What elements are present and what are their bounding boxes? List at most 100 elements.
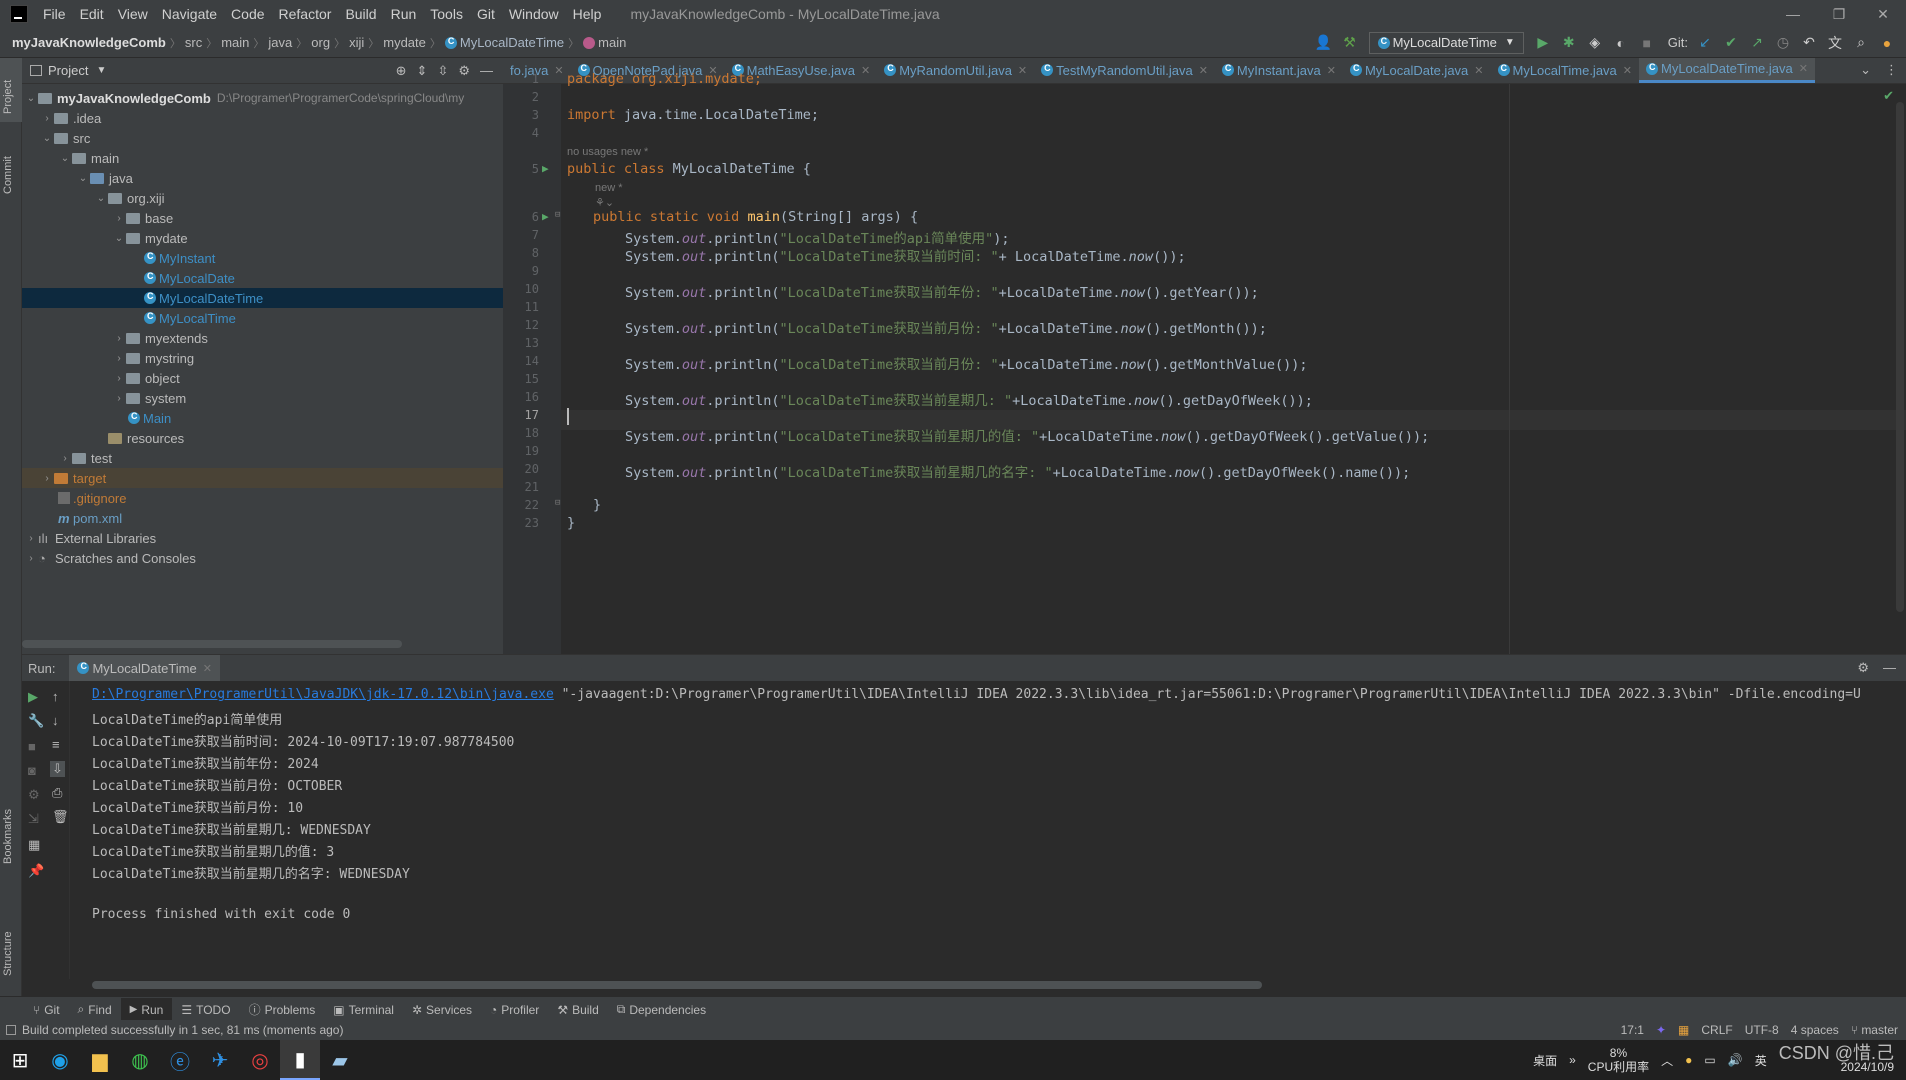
stop-icon[interactable]: ■: [1636, 32, 1658, 54]
git-push-icon[interactable]: ↗: [1746, 32, 1768, 54]
tree-row-resources[interactable]: resources: [94, 428, 184, 448]
clock[interactable]: CSDN @惜.己 2024/10/9: [1779, 1044, 1894, 1074]
desktop-toolbar-label[interactable]: 桌面: [1533, 1052, 1557, 1069]
menu-help[interactable]: Help: [566, 6, 609, 22]
tree-row-mystring[interactable]: › mystring: [112, 348, 194, 368]
tree-row-myinstant[interactable]: MyInstant: [144, 248, 215, 268]
close-icon[interactable]: ✕: [203, 662, 212, 675]
tree-row-mylocaldatetime-selected[interactable]: MyLocalDateTime: [22, 288, 503, 308]
menu-refactor[interactable]: Refactor: [272, 6, 339, 22]
status-toggle-icon[interactable]: [6, 1025, 16, 1035]
git-branch-widget[interactable]: ⑂ master: [1851, 1023, 1898, 1037]
chevron-right-icon[interactable]: ›: [40, 113, 54, 124]
project-tool-label[interactable]: Project: [2, 80, 14, 114]
coverage-icon[interactable]: ◈: [1584, 32, 1606, 54]
file-explorer-icon[interactable]: ▆: [80, 1040, 120, 1080]
menu-navigate[interactable]: Navigate: [155, 6, 224, 22]
menu-view[interactable]: View: [111, 6, 155, 22]
menu-run[interactable]: Run: [384, 6, 424, 22]
tool-profiler[interactable]: ◔ Profiler: [481, 1003, 548, 1017]
edge-browser-icon[interactable]: ◉: [40, 1040, 80, 1080]
gear-icon[interactable]: ⚙: [458, 63, 470, 79]
breadcrumb-project[interactable]: myJavaKnowledgeComb: [0, 35, 170, 50]
debug-icon[interactable]: ✱: [1558, 32, 1580, 54]
chevron-right-icon[interactable]: ›: [24, 533, 38, 544]
tool-terminal[interactable]: ▣ Terminal: [324, 1003, 403, 1017]
tree-row-java[interactable]: ⌄ java: [76, 168, 133, 188]
hide-icon[interactable]: —: [480, 63, 493, 79]
tree-row-base[interactable]: › base: [112, 208, 173, 228]
hammer-build-icon[interactable]: ⚒: [1339, 32, 1361, 54]
chevron-down-icon[interactable]: ⌄: [24, 93, 38, 104]
tree-row-myextends[interactable]: › myextends: [112, 328, 208, 348]
chevron-down-icon[interactable]: ⌄: [58, 153, 72, 164]
netease-music-icon[interactable]: ◎: [240, 1040, 280, 1080]
line-separator[interactable]: CRLF: [1701, 1023, 1732, 1037]
vertical-scrollbar[interactable]: [1896, 102, 1904, 612]
tool-git[interactable]: ⑂ Git: [24, 1003, 69, 1017]
git-commit-icon[interactable]: ✔: [1720, 32, 1742, 54]
chevron-up-icon[interactable]: ︿: [1661, 1052, 1673, 1069]
ai-assist-icon[interactable]: ⚘⌄: [595, 196, 614, 209]
breadcrumb-method[interactable]: main: [579, 35, 630, 50]
windows-plugin-icon[interactable]: ▦: [1678, 1023, 1689, 1037]
tool-run[interactable]: ▶ Run: [120, 997, 173, 1022]
horizontal-scrollbar[interactable]: [22, 640, 402, 648]
wechat-icon[interactable]: ◍: [120, 1040, 160, 1080]
hide-icon[interactable]: —: [1883, 660, 1896, 676]
tree-row-mydate[interactable]: ⌄ mydate: [112, 228, 188, 248]
intellij-taskbar-icon[interactable]: ▮: [280, 1040, 320, 1080]
search-icon[interactable]: ⌕: [1850, 32, 1872, 54]
inspection-ok-icon[interactable]: ✔: [1883, 88, 1894, 104]
update-icon[interactable]: ●: [1876, 32, 1898, 54]
user-icon[interactable]: 👤: [1313, 32, 1335, 54]
chevron-right-icon[interactable]: ›: [112, 353, 126, 364]
menu-code[interactable]: Code: [224, 6, 271, 22]
expand-all-icon[interactable]: ⇕: [417, 63, 428, 79]
usages-hint[interactable]: no usages new *: [567, 146, 648, 158]
tree-row-org-xiji[interactable]: ⌄ org.xiji: [94, 188, 165, 208]
menu-window[interactable]: Window: [502, 6, 566, 22]
run-tab[interactable]: MyLocalDateTime ✕: [69, 655, 220, 681]
horizontal-scrollbar[interactable]: [92, 981, 1262, 989]
chevron-right-icon[interactable]: ›: [112, 333, 126, 344]
ie-browser-icon[interactable]: ⓔ: [160, 1040, 200, 1080]
tree-row-idea[interactable]: › .idea: [40, 108, 101, 128]
tree-row-external-libraries[interactable]: › ılı External Libraries: [22, 528, 156, 548]
restore-icon[interactable]: ❐: [1816, 0, 1862, 28]
chevron-down-icon[interactable]: ⌄: [40, 133, 54, 144]
java-exe-link[interactable]: D:\Programer\ProgramerUtil\JavaJDK\jdk-1…: [92, 687, 554, 702]
chevron-down-icon[interactable]: ⌄: [94, 193, 108, 204]
status-message[interactable]: Build completed successfully in 1 sec, 8…: [22, 1023, 343, 1037]
breadcrumb-mydate[interactable]: mydate: [379, 35, 430, 50]
commit-tool-label[interactable]: Commit: [2, 156, 14, 194]
chevron-right-icon[interactable]: »: [1569, 1053, 1576, 1067]
breadcrumb-java[interactable]: java: [264, 35, 296, 50]
menu-tools[interactable]: Tools: [423, 6, 470, 22]
tree-row-test[interactable]: › test: [58, 448, 112, 468]
tree-row-src[interactable]: ⌄ src: [40, 128, 91, 148]
chevron-down-icon[interactable]: ▼: [96, 65, 106, 76]
menu-build[interactable]: Build: [338, 6, 383, 22]
bird-app-icon[interactable]: ✈: [200, 1040, 240, 1080]
chevron-right-icon[interactable]: ›: [112, 373, 126, 384]
tool-find[interactable]: ⌕ Find: [69, 1002, 121, 1017]
run-gutter-icon[interactable]: ▶: [542, 162, 549, 175]
chevron-right-icon[interactable]: ›: [58, 453, 72, 464]
ime-indicator[interactable]: 英: [1755, 1052, 1767, 1069]
console-output[interactable]: D:\Programer\ProgramerUtil\JavaJDK\jdk-1…: [22, 681, 1906, 977]
fold-icon[interactable]: ⊟: [555, 498, 560, 508]
tree-row-main-class[interactable]: Main: [128, 408, 171, 428]
author-hint[interactable]: new *: [595, 182, 623, 194]
tray-app-icon[interactable]: ●: [1685, 1053, 1692, 1067]
breadcrumb-main[interactable]: main: [217, 35, 253, 50]
tree-row-mylocaltime[interactable]: MyLocalTime: [144, 308, 236, 328]
tool-dependencies[interactable]: ⧉ Dependencies: [608, 1002, 715, 1017]
breadcrumb-src[interactable]: src: [181, 35, 206, 50]
tree-row-mylocaldate[interactable]: MyLocalDate: [144, 268, 235, 288]
code-area[interactable]: 1 2 3 4 5 6 7 8 9 10 11 12 13 14 15 16 1…: [503, 58, 1906, 654]
file-encoding[interactable]: UTF-8: [1745, 1023, 1779, 1037]
windows-start-icon[interactable]: ⊞: [0, 1040, 40, 1080]
tree-row-main[interactable]: ⌄ main: [58, 148, 119, 168]
menu-file[interactable]: File: [36, 6, 73, 22]
